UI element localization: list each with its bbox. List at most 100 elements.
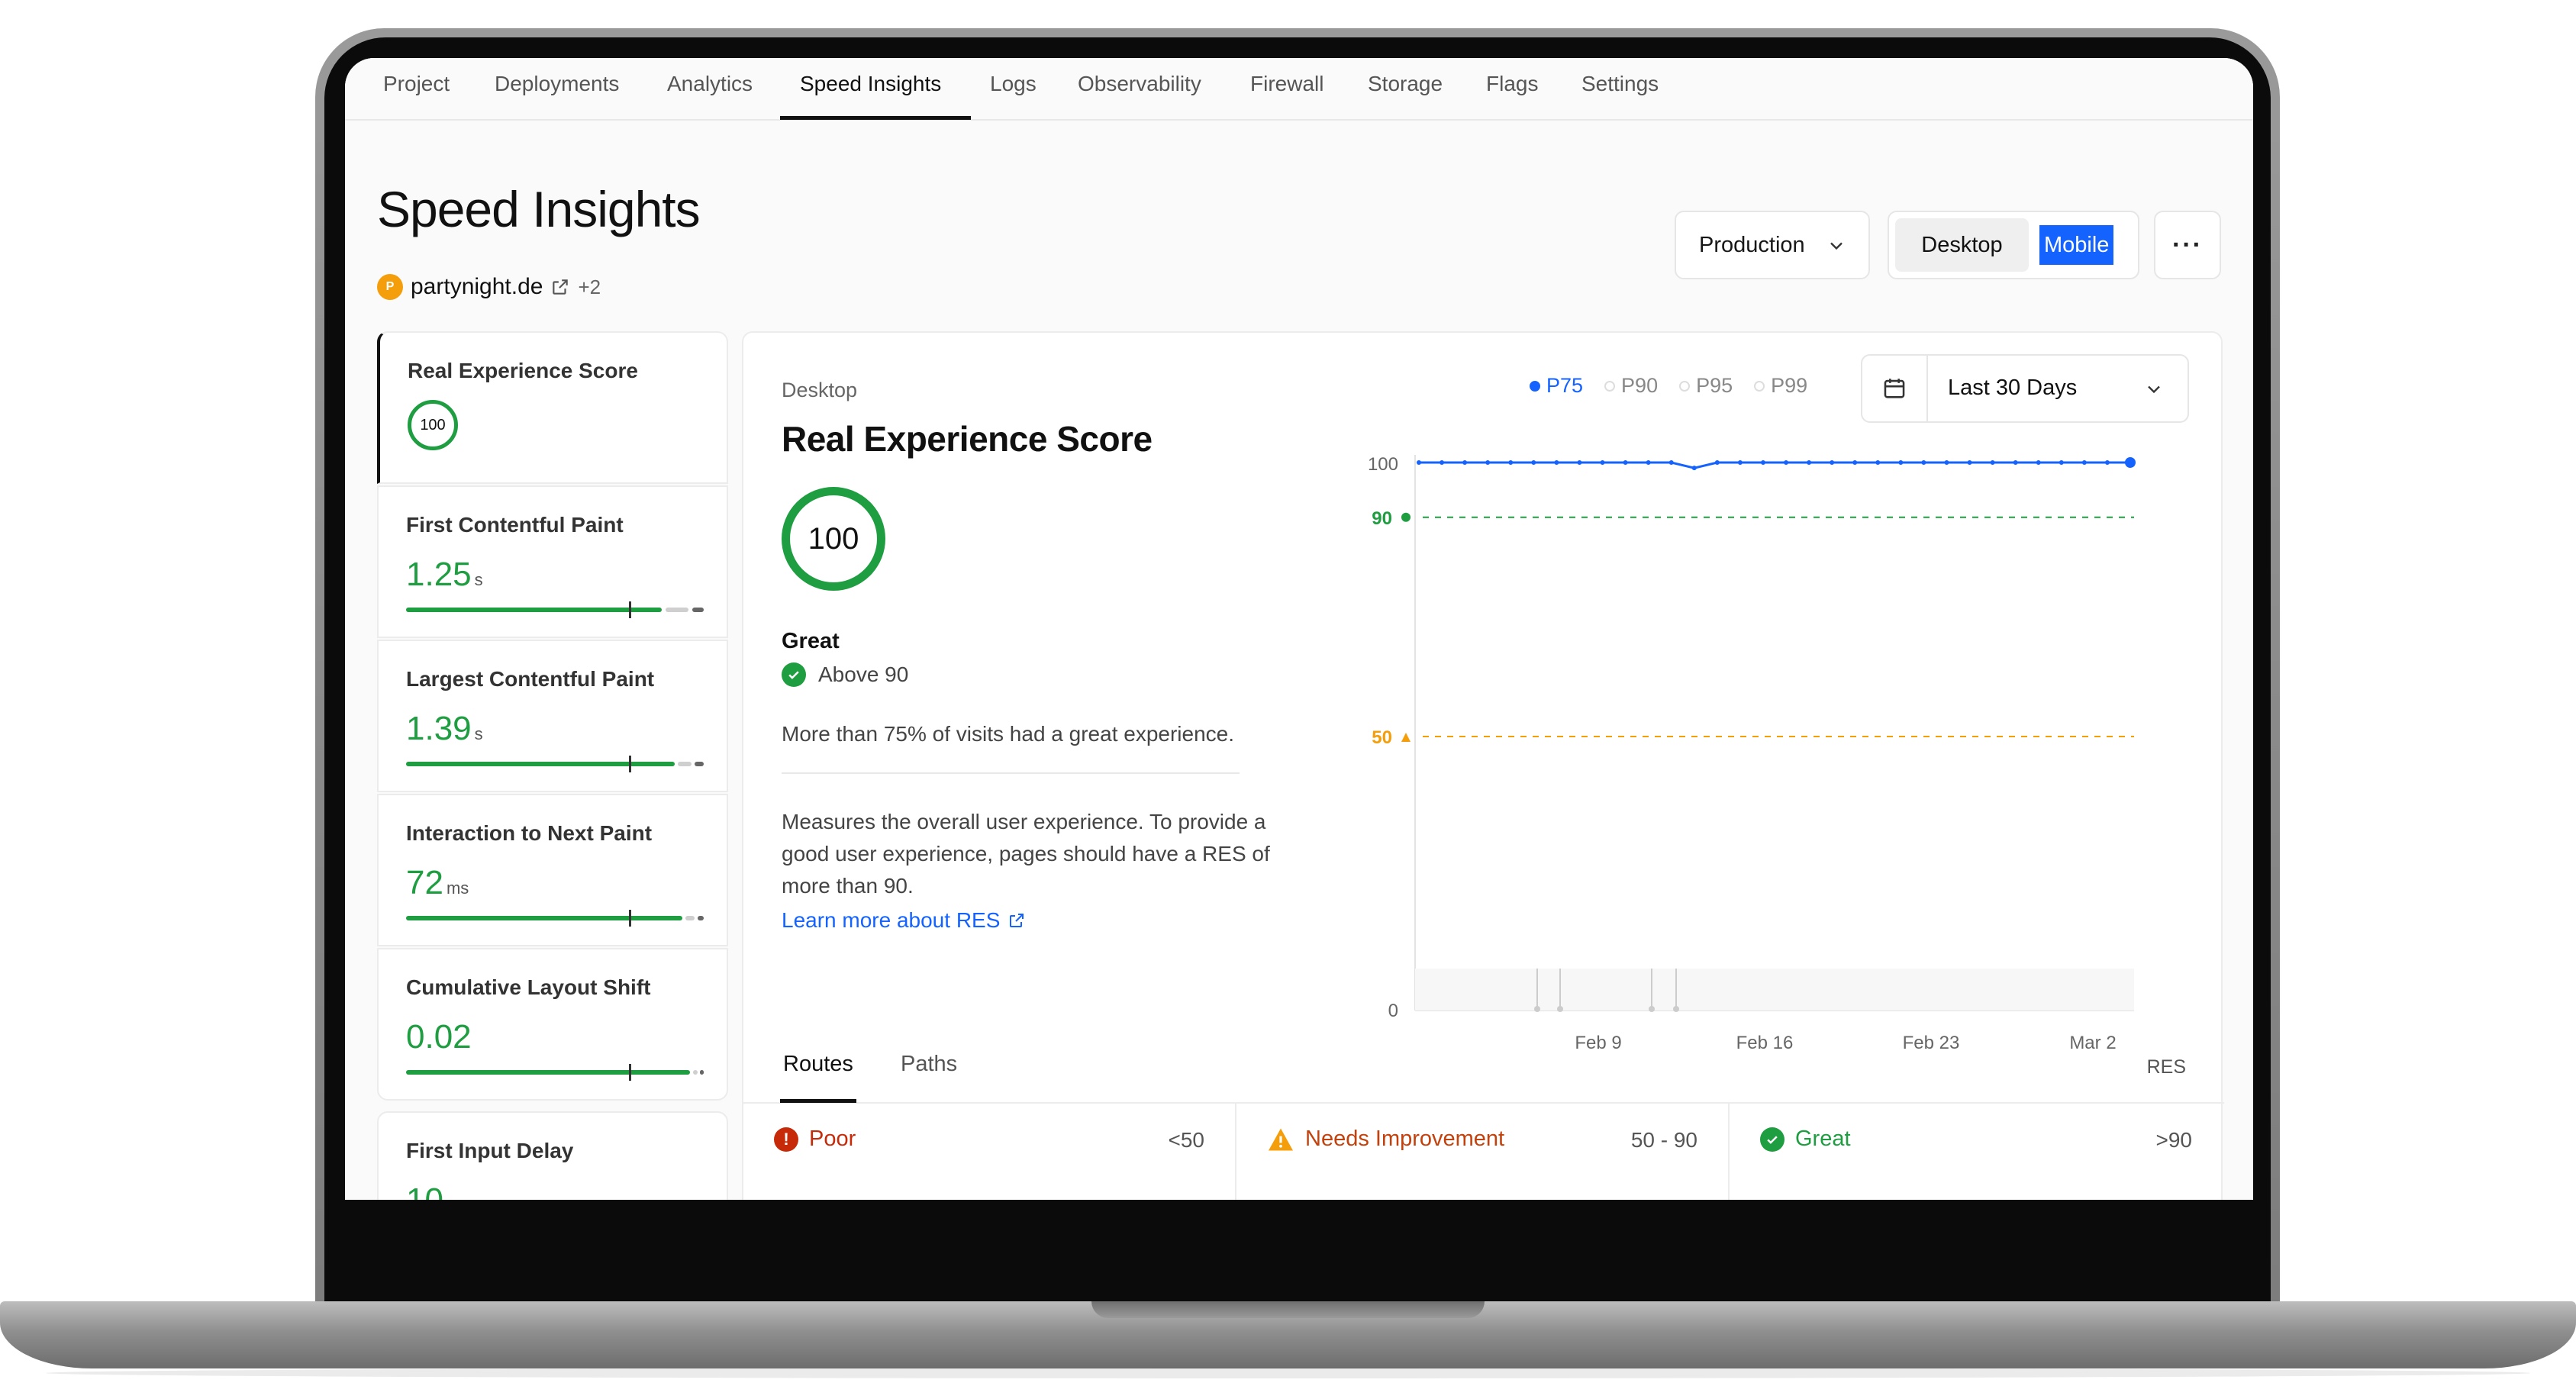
data-point bbox=[1691, 466, 1697, 471]
tab-analytics[interactable]: Analytics bbox=[667, 58, 753, 121]
data-point bbox=[2036, 460, 2041, 465]
res-line-chart: 10009050Feb 9 Feb 16 Feb 23 Mar 2 bbox=[1368, 454, 2136, 1053]
data-point bbox=[1485, 460, 1491, 465]
data-point bbox=[1967, 460, 1972, 465]
metric-label: First Contentful Paint bbox=[406, 513, 624, 537]
data-point bbox=[2081, 460, 2087, 465]
series-line bbox=[1419, 461, 2130, 469]
data-point bbox=[1623, 460, 1628, 465]
sample-spike-dot bbox=[1649, 1006, 1655, 1012]
metric-distribution-bar bbox=[406, 910, 704, 927]
metric-label: Cumulative Layout Shift bbox=[406, 975, 651, 999]
app-screen: Project Deployments Analytics Speed Insi… bbox=[345, 58, 2253, 1200]
tab-flags[interactable]: Flags bbox=[1486, 58, 1538, 121]
environment-select[interactable]: Production bbox=[1675, 211, 1870, 279]
metric-card-inp[interactable]: Interaction to Next Paint 72 ms bbox=[377, 794, 728, 946]
bucket-needs-improvement[interactable]: Needs Improvement 50 - 90 bbox=[1236, 1104, 1730, 1200]
metric-label: Largest Contentful Paint bbox=[406, 667, 655, 691]
device-toggle: Desktop Mobile bbox=[1888, 211, 2139, 279]
mobile-toggle-button[interactable]: Mobile bbox=[2039, 225, 2114, 265]
data-point bbox=[1577, 460, 1582, 465]
page-title: Speed Insights bbox=[377, 181, 701, 237]
site-name[interactable]: partynight.de bbox=[411, 274, 543, 300]
metric-value: 0.02 bbox=[406, 1018, 472, 1056]
data-point bbox=[1508, 460, 1514, 465]
metric-card-res[interactable]: Real Experience Score 100 bbox=[377, 331, 728, 484]
data-point bbox=[1554, 460, 1559, 465]
data-point bbox=[1531, 460, 1536, 465]
threshold-label: 50 bbox=[1372, 727, 1392, 748]
ellipsis-icon: ··· bbox=[2172, 230, 2203, 259]
data-point bbox=[1462, 460, 1468, 465]
metric-card-cls[interactable]: Cumulative Layout Shift 0.02 bbox=[377, 948, 728, 1101]
laptop-shadow bbox=[46, 1368, 2530, 1378]
res-score-ring: 100 bbox=[408, 400, 458, 450]
p75-marker bbox=[629, 1064, 631, 1081]
routes-tab-bar: Routes Paths RES bbox=[743, 1043, 2224, 1104]
desktop-toggle-button[interactable]: Desktop bbox=[1895, 218, 2029, 272]
additional-domains-count[interactable]: +2 bbox=[578, 276, 601, 299]
threshold-label: 90 bbox=[1372, 508, 1392, 529]
sample-spike-dot bbox=[1557, 1006, 1563, 1012]
tab-paths[interactable]: Paths bbox=[901, 1052, 957, 1077]
metric-label: Interaction to Next Paint bbox=[406, 821, 653, 845]
p75-marker bbox=[629, 910, 631, 927]
site-favicon-icon: P bbox=[377, 274, 403, 300]
metric-detail-panel: Desktop Real Experience Score 100 Great … bbox=[742, 331, 2224, 1200]
sample-volume-band bbox=[1415, 969, 2134, 1011]
sample-spike-dot bbox=[1673, 1006, 1679, 1012]
data-point bbox=[1668, 460, 1674, 465]
tab-speed-insights[interactable]: Speed Insights bbox=[800, 58, 941, 121]
warning-icon bbox=[1269, 1127, 1293, 1151]
tab-project[interactable]: Project bbox=[383, 58, 450, 121]
chevron-down-icon bbox=[1830, 242, 1843, 250]
data-point bbox=[1737, 460, 1743, 465]
tab-routes[interactable]: Routes bbox=[783, 1052, 853, 1077]
metric-card-lcp[interactable]: Largest Contentful Paint 1.39 s bbox=[377, 640, 728, 792]
data-point bbox=[2059, 460, 2064, 465]
tab-storage[interactable]: Storage bbox=[1368, 58, 1443, 121]
metric-value: 1.25 s bbox=[406, 556, 483, 593]
res-score: 100 bbox=[420, 416, 446, 434]
bucket-great[interactable]: Great >90 bbox=[1730, 1104, 2223, 1200]
p75-marker bbox=[629, 601, 631, 618]
threshold-marker bbox=[1401, 512, 1411, 522]
data-point bbox=[1714, 460, 1720, 465]
metric-distribution-bar bbox=[406, 756, 704, 772]
data-point bbox=[1417, 460, 1421, 465]
data-point bbox=[1944, 460, 1949, 465]
environment-value: Production bbox=[1699, 232, 1805, 257]
laptop-notch bbox=[1091, 1301, 1485, 1318]
tab-firewall[interactable]: Firewall bbox=[1250, 58, 1323, 121]
res-column-header[interactable]: RES bbox=[2147, 1056, 2186, 1078]
tab-observability[interactable]: Observability bbox=[1078, 58, 1201, 121]
top-navigation: Project Deployments Analytics Speed Insi… bbox=[345, 58, 2253, 121]
bucket-poor[interactable]: ! Poor <50 bbox=[743, 1104, 1236, 1200]
data-point bbox=[1440, 460, 1445, 465]
data-point bbox=[1990, 460, 1995, 465]
data-point bbox=[1852, 460, 1858, 465]
data-point bbox=[1646, 460, 1651, 465]
active-tab-indicator bbox=[780, 1099, 856, 1103]
data-point bbox=[1898, 460, 1904, 465]
metric-card-fcp[interactable]: First Contentful Paint 1.25 s bbox=[377, 485, 728, 638]
data-point bbox=[2125, 457, 2136, 468]
data-point bbox=[2013, 460, 2018, 465]
data-point bbox=[1875, 460, 1881, 465]
tab-deployments[interactable]: Deployments bbox=[495, 58, 619, 121]
y-tick-label: 100 bbox=[1368, 454, 1398, 475]
p75-marker bbox=[629, 756, 631, 772]
data-point bbox=[2104, 460, 2110, 465]
tab-settings[interactable]: Settings bbox=[1581, 58, 1659, 121]
data-point bbox=[1830, 460, 1835, 465]
metric-card-fid[interactable]: First Input Delay 10ms bbox=[377, 1111, 728, 1200]
external-link-icon[interactable] bbox=[550, 277, 570, 297]
metric-label: First Input Delay bbox=[406, 1139, 574, 1162]
data-point bbox=[1600, 460, 1605, 465]
data-point bbox=[1784, 460, 1789, 465]
more-options-button[interactable]: ··· bbox=[2154, 211, 2221, 279]
metric-label: Real Experience Score bbox=[408, 359, 638, 382]
tab-logs[interactable]: Logs bbox=[990, 58, 1037, 121]
sample-spike-dot bbox=[1534, 1006, 1540, 1012]
threshold-marker bbox=[1401, 733, 1411, 742]
